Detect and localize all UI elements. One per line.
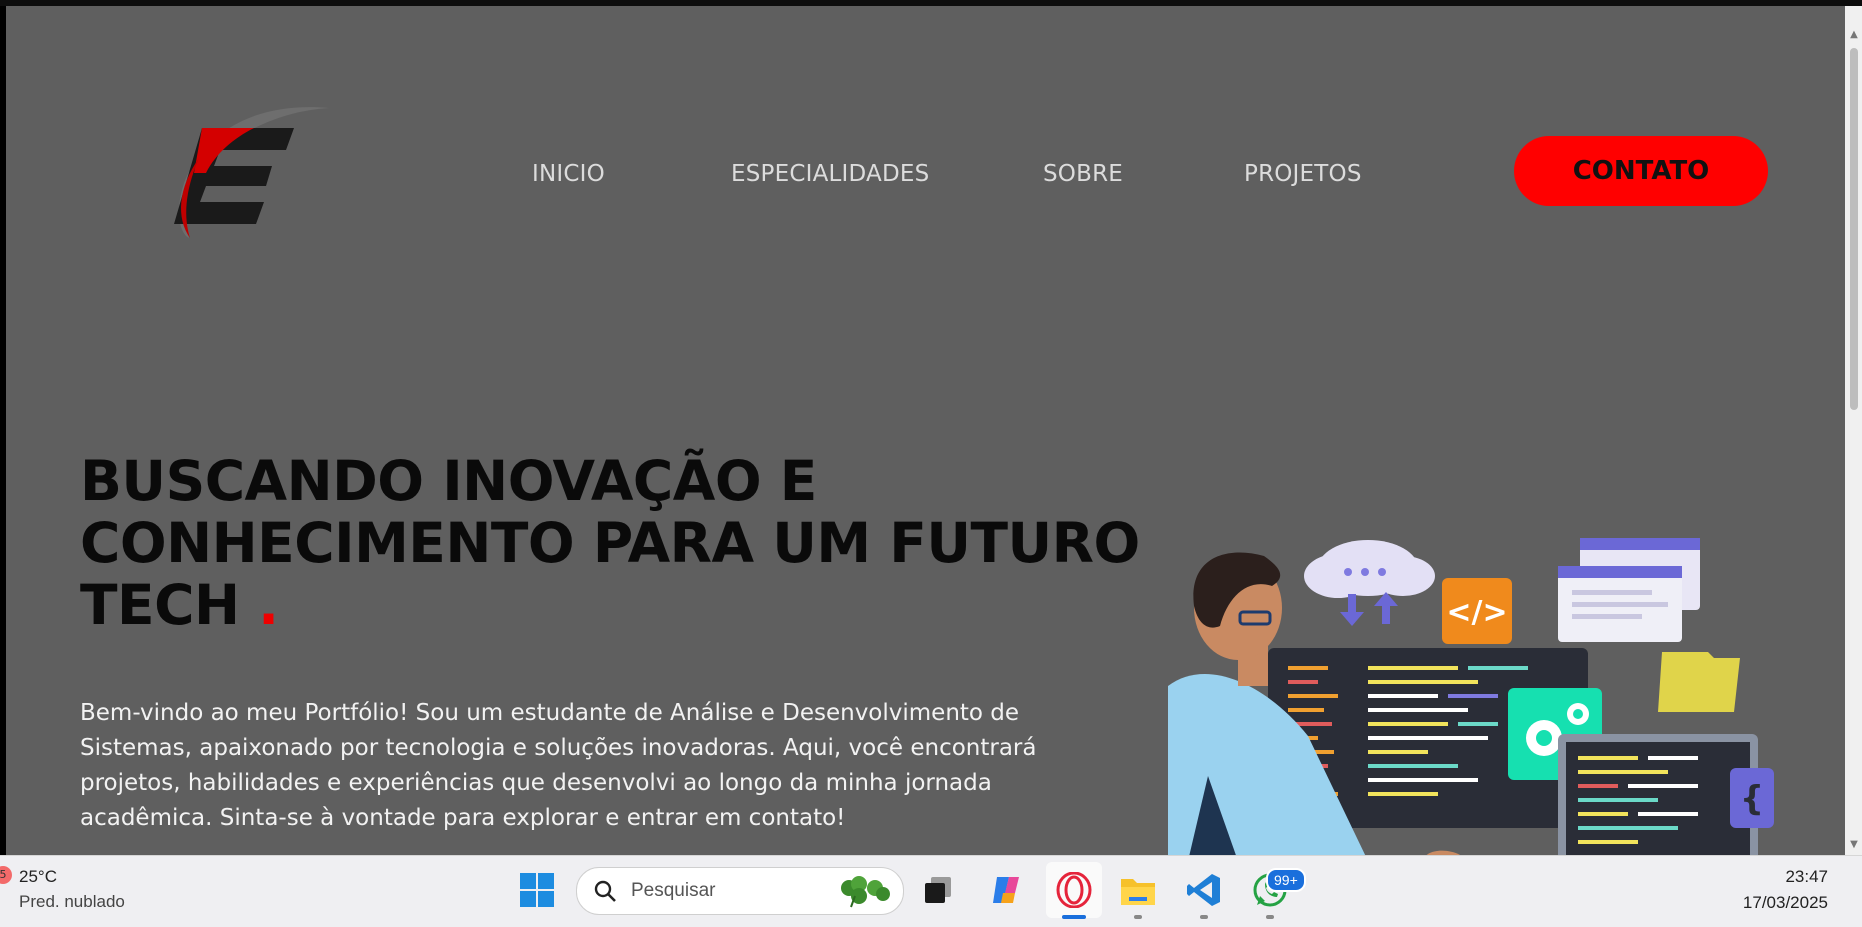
opera-icon[interactable] (1054, 870, 1094, 910)
explorer-running-indicator (1134, 915, 1142, 919)
hero-title: BUSCANDO INOVAÇÃO E CONHECIMENTO PARA UM… (80, 450, 1140, 636)
cloud-icon (1304, 540, 1435, 626)
contact-button[interactable]: CONTATO (1514, 136, 1768, 206)
hero-title-line-3: TECH . (80, 574, 1140, 636)
weather-description[interactable]: Pred. nublado (19, 892, 125, 912)
hero-title-dot: . (258, 573, 279, 637)
task-view-icon[interactable] (918, 870, 958, 910)
logo-e-icon[interactable] (154, 98, 334, 248)
code-tag-icon: </> (1442, 578, 1512, 644)
portfolio-page: INICIO ESPECIALIDADES SOBRE PROJETOS CON… (6, 6, 1845, 855)
scroll-down-icon[interactable]: ▼ (1849, 840, 1859, 850)
whatsapp-running-indicator (1266, 915, 1274, 919)
developer-illustration: </> { (1168, 538, 1774, 855)
hero-title-tech: TECH (80, 573, 240, 637)
scroll-up-icon[interactable]: ▲ (1849, 30, 1859, 40)
search-placeholder: Pesquisar (631, 880, 716, 901)
nav-link-projetos[interactable]: PROJETOS (1244, 161, 1362, 187)
scrollbar-thumb[interactable] (1850, 48, 1858, 410)
vscode-running-indicator (1200, 915, 1208, 919)
clock-time[interactable]: 23:47 (1785, 867, 1828, 887)
hero-title-line-2: CONHECIMENTO PARA UM FUTURO (80, 511, 1140, 575)
nav-link-sobre[interactable]: SOBRE (1043, 161, 1123, 187)
weather-temperature[interactable]: 25°C (19, 867, 57, 887)
hero-title-line-1: BUSCANDO INOVAÇÃO E (80, 449, 817, 513)
file-explorer-icon[interactable] (1118, 870, 1158, 910)
windows-start-icon[interactable] (517, 870, 557, 910)
search-icon (594, 880, 616, 902)
clover-icon (841, 876, 890, 908)
svg-text:{: { (1740, 779, 1764, 819)
svg-text:</>: </> (1446, 595, 1507, 630)
nav-link-especialidades[interactable]: ESPECIALIDADES (731, 161, 929, 187)
taskbar-search-input[interactable]: Pesquisar (576, 867, 904, 915)
copilot-icon[interactable] (986, 870, 1026, 910)
clock-date[interactable]: 17/03/2025 (1743, 893, 1828, 913)
hero-intro: Bem-vindo ao meu Portfólio! Sou um estud… (80, 700, 1037, 831)
nav-link-inicio[interactable]: INICIO (532, 161, 605, 187)
vscode-icon[interactable] (1184, 870, 1224, 910)
opera-running-indicator (1062, 915, 1086, 919)
whatsapp-notification-badge: 99+ (1266, 868, 1306, 892)
